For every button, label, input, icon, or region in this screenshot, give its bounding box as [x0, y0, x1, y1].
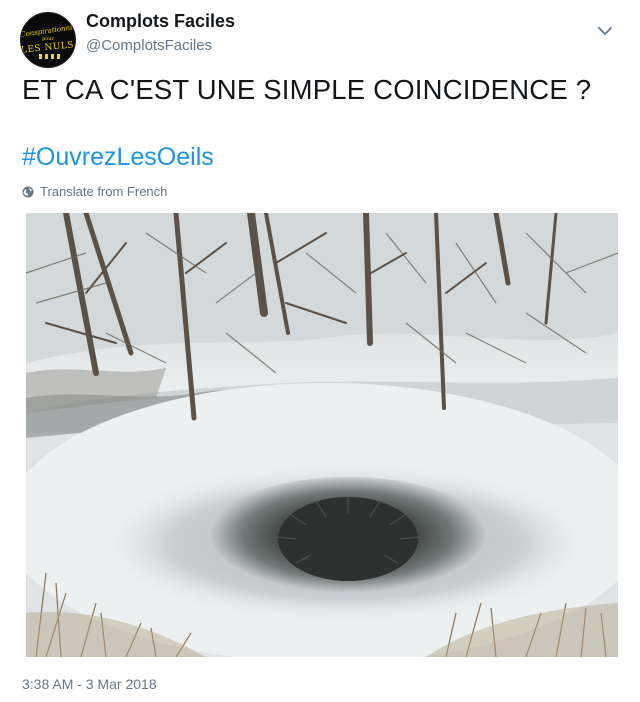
tweet: La Conspirationnisme pour LES NULS Compl… — [0, 0, 640, 702]
tweet-text: ET CA C'EST UNE SIMPLE COINCIDENCE ? — [22, 74, 592, 105]
avatar-text-mid: pour — [42, 35, 54, 42]
user-handle[interactable]: @ComplotsFaciles — [86, 37, 212, 54]
display-name[interactable]: Complots Faciles — [86, 11, 235, 32]
translate-label: Translate from French — [40, 184, 168, 199]
tweet-photo[interactable] — [26, 213, 618, 657]
chevron-down-icon[interactable] — [596, 24, 614, 38]
translate-button[interactable]: Translate from French — [22, 184, 167, 199]
frozen-pond-image — [26, 213, 618, 657]
avatar[interactable]: La Conspirationnisme pour LES NULS — [20, 12, 76, 68]
avatar-stripe — [39, 54, 61, 59]
globe-icon — [22, 186, 34, 198]
tweet-timestamp[interactable]: 3:38 AM - 3 Mar 2018 — [22, 676, 157, 692]
hashtag-link[interactable]: #OuvrezLesOeils — [22, 143, 214, 172]
